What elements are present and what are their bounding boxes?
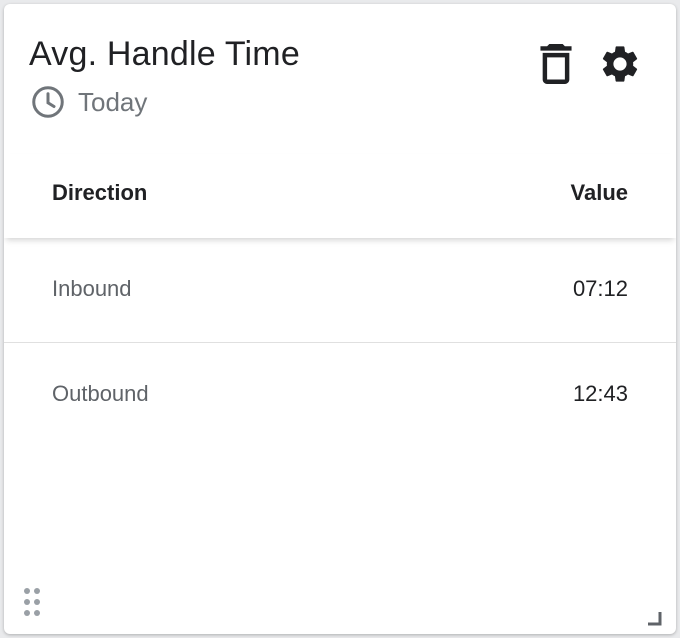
- time-range-label: Today: [78, 86, 148, 117]
- table-row: Outbound 12:43: [4, 343, 676, 447]
- delete-button[interactable]: [532, 40, 580, 88]
- drag-handle-icon[interactable]: [22, 586, 42, 618]
- direction-cell: Inbound: [52, 276, 132, 301]
- column-header-value[interactable]: Value: [571, 180, 628, 206]
- gear-icon: [602, 46, 638, 82]
- table-row: Inbound 07:12: [4, 238, 676, 342]
- table-header: Direction Value: [4, 154, 676, 238]
- value-cell: 12:43: [572, 381, 628, 406]
- handle-time-widget: Avg. Handle Time Today Direction Value I…: [4, 4, 676, 634]
- trash-icon: [540, 44, 572, 84]
- value-cell: 07:12: [572, 276, 628, 301]
- settings-button[interactable]: [596, 40, 644, 88]
- clock-icon: [32, 86, 64, 118]
- widget-title: Avg. Handle Time: [29, 35, 300, 73]
- column-header-direction[interactable]: Direction: [52, 180, 147, 206]
- time-range: Today: [30, 84, 147, 120]
- resize-corner-icon[interactable]: [646, 610, 662, 626]
- direction-cell: Outbound: [52, 381, 149, 406]
